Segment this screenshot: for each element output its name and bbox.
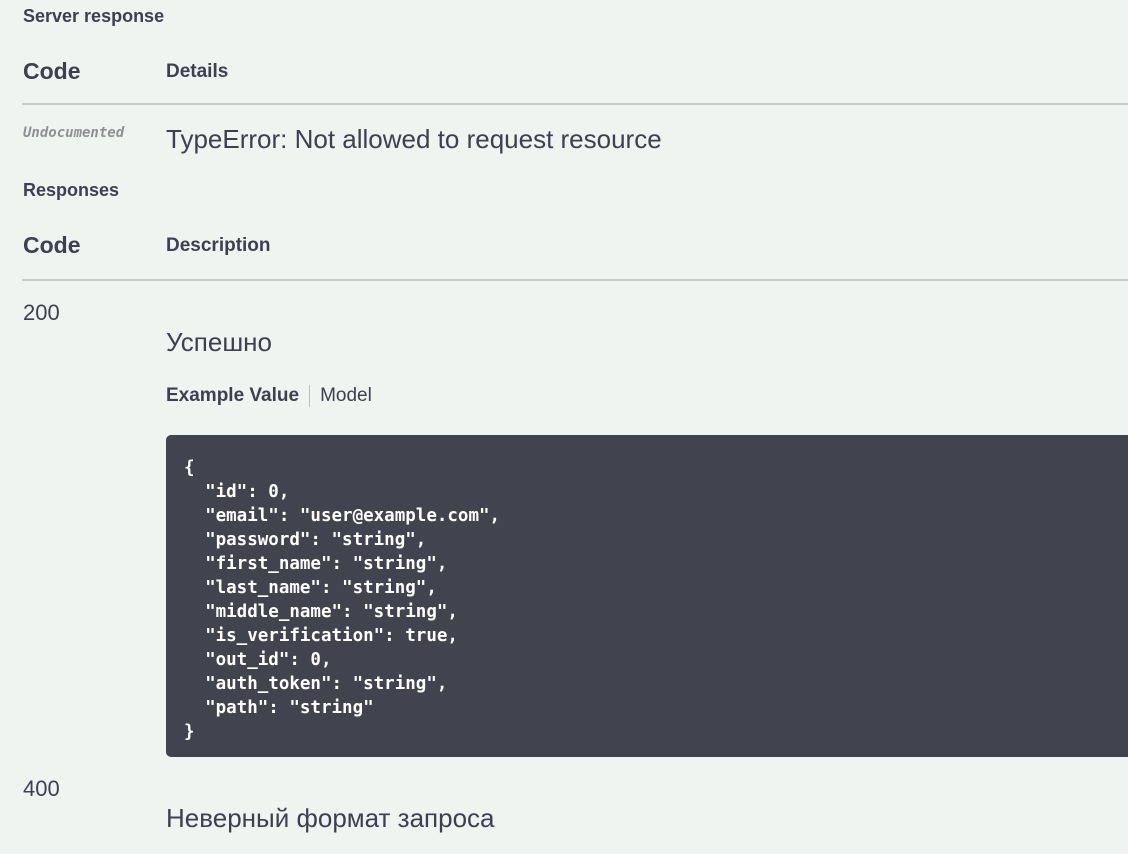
example-value-json: { "id": 0, "email": "user@example.com", …	[184, 458, 501, 742]
response-status-undocumented: Undocumented	[23, 125, 125, 141]
example-value-code-block: { "id": 0, "email": "user@example.com", …	[166, 435, 1128, 757]
tab-example-value[interactable]: Example Value	[166, 385, 299, 407]
responses-code-header: Code	[23, 232, 81, 258]
tab-separator	[309, 385, 311, 407]
tab-model[interactable]: Model	[320, 385, 372, 407]
response-description-200: Успешно	[166, 327, 272, 357]
server-response-details-header: Details	[166, 61, 229, 82]
example-model-tabs: Example Value Model	[166, 385, 372, 407]
server-response-code-header: Code	[23, 58, 81, 84]
response-code-200: 200	[23, 300, 60, 325]
response-error-details: TypeError: Not allowed to request resour…	[166, 124, 662, 154]
response-code-400: 400	[23, 776, 60, 801]
server-response-title: Server response	[23, 6, 165, 26]
server-response-divider	[22, 103, 1128, 105]
responses-divider	[22, 279, 1128, 281]
responses-title: Responses	[23, 180, 120, 200]
response-description-400: Неверный формат запроса	[166, 803, 495, 833]
responses-description-header: Description	[166, 235, 271, 256]
